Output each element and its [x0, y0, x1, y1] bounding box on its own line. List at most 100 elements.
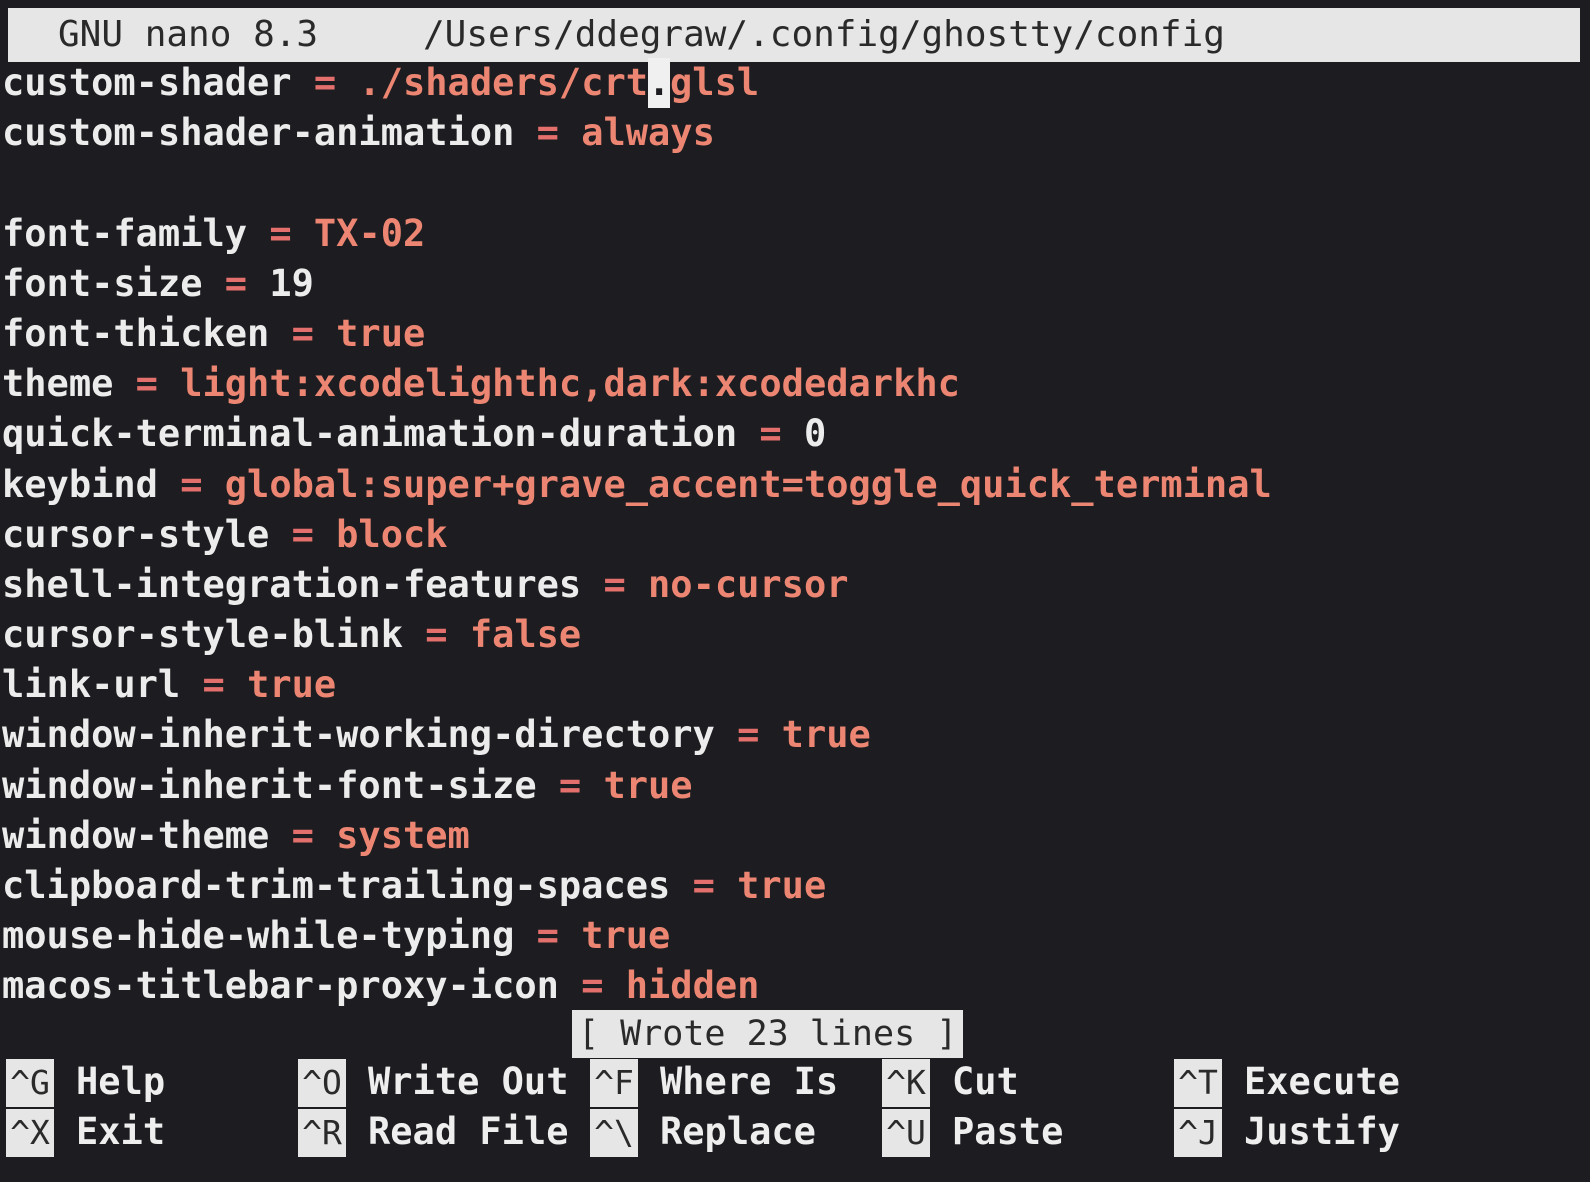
config-key: theme: [2, 362, 114, 406]
config-line[interactable]: window-inherit-font-size = true: [2, 761, 1582, 811]
config-key: quick-terminal-animation-duration: [2, 412, 738, 456]
config-value: global:super+grave_accent=toggle_quick_t…: [224, 462, 1272, 506]
config-line[interactable]: quick-terminal-animation-duration = 0: [2, 409, 1582, 459]
equals-sign: =: [180, 462, 203, 506]
shortcut-justify[interactable]: ^J Justify: [1174, 1108, 1400, 1157]
terminal-screen: GNU nano 8.3 /Users/ddegraw/.config/ghos…: [0, 0, 1590, 1182]
config-value: block: [336, 512, 448, 556]
config-value: false: [469, 613, 582, 657]
shortcut-label: Write Out: [368, 1060, 569, 1103]
value-before-cursor: ./shaders/crt: [358, 61, 649, 104]
config-value: true: [247, 663, 337, 707]
shortcut-label: Replace: [660, 1110, 816, 1153]
config-value: TX-02: [313, 211, 426, 255]
equals-sign: =: [536, 914, 559, 958]
config-line[interactable]: link-url = true: [2, 660, 1582, 710]
config-key: keybind: [2, 462, 158, 506]
shortcut-label: Execute: [1244, 1060, 1400, 1103]
shortcut-key: ^U: [882, 1109, 930, 1157]
config-line[interactable]: keybind = global:super+grave_accent=togg…: [2, 460, 1582, 510]
equals-sign: =: [135, 362, 158, 406]
shortcut-bar: ^G Help ^X Exit ^O Write Out ^R Read File ^F…: [0, 1058, 1590, 1178]
shortcut-key: ^K: [882, 1059, 930, 1107]
config-key: window-inherit-working-directory: [2, 713, 715, 757]
config-value: no-cursor: [648, 562, 849, 606]
config-key: cursor-style: [2, 512, 270, 556]
config-line[interactable]: clipboard-trim-trailing-spaces = true: [2, 861, 1582, 911]
equals-sign: =: [536, 111, 559, 155]
shortcut-label: Paste: [952, 1110, 1064, 1153]
shortcut-key: ^R: [298, 1109, 346, 1157]
shortcut-label: Read File: [368, 1110, 569, 1153]
config-line[interactable]: cursor-style-blink = false: [2, 610, 1582, 660]
equals-sign: =: [581, 964, 604, 1008]
shortcut-label: Justify: [1244, 1110, 1400, 1153]
shortcut-execute[interactable]: ^T Execute: [1174, 1058, 1400, 1107]
file-path: /Users/ddegraw/.config/ghostty/config: [423, 14, 1225, 55]
shortcut-write-out[interactable]: ^O Write Out: [298, 1058, 569, 1107]
config-line[interactable]: macos-titlebar-proxy-icon = hidden: [2, 961, 1582, 1011]
equals-sign: =: [692, 864, 715, 907]
blank-line[interactable]: [2, 158, 1582, 208]
shortcut-help[interactable]: ^G Help: [6, 1058, 166, 1107]
editor-buffer[interactable]: custom-shader = ./shaders/crt.glsl custo…: [2, 58, 1582, 1012]
shortcut-key: ^J: [1174, 1109, 1222, 1157]
shortcut-where-is[interactable]: ^F Where Is: [590, 1058, 839, 1107]
shortcut-cut[interactable]: ^K Cut: [882, 1058, 1019, 1107]
config-value: true: [603, 763, 693, 807]
config-value: true: [781, 713, 871, 757]
config-key: window-inherit-font-size: [2, 763, 537, 807]
equals-sign: =: [603, 562, 626, 606]
config-line[interactable]: font-thicken = true: [2, 309, 1582, 359]
config-key: shell-integration-features: [2, 562, 582, 606]
status-message: [ Wrote 23 lines ]: [572, 1010, 964, 1058]
equals-sign: =: [291, 512, 314, 556]
config-line[interactable]: custom-shader-animation = always: [2, 108, 1582, 158]
shortcut-key: ^F: [590, 1059, 638, 1107]
config-value: always: [581, 111, 715, 155]
config-line[interactable]: font-family = TX-02: [2, 209, 1582, 259]
equals-sign: =: [202, 663, 225, 707]
shortcut-exit[interactable]: ^X Exit: [6, 1108, 166, 1157]
shortcut-read-file[interactable]: ^R Read File: [298, 1108, 569, 1157]
config-value: hidden: [625, 964, 760, 1008]
config-value: ./shaders/crt.glsl: [358, 58, 760, 108]
shortcut-label: Exit: [76, 1110, 166, 1153]
shortcut-label: Help: [76, 1060, 166, 1103]
equals-sign: =: [313, 61, 337, 104]
shortcut-replace[interactable]: ^\ Replace: [590, 1108, 816, 1157]
equals-sign: =: [558, 763, 582, 807]
shortcut-label: Cut: [952, 1060, 1019, 1103]
config-key: font-size: [2, 261, 203, 305]
config-value: 19: [269, 261, 314, 305]
config-line[interactable]: custom-shader = ./shaders/crt.glsl: [2, 58, 1582, 108]
equals-sign: =: [269, 211, 292, 255]
config-line[interactable]: font-size = 19: [2, 259, 1582, 309]
shortcut-paste[interactable]: ^U Paste: [882, 1108, 1064, 1157]
config-line[interactable]: window-inherit-working-directory = true: [2, 710, 1582, 760]
nano-title-bar: GNU nano 8.3 /Users/ddegraw/.config/ghos…: [8, 8, 1580, 62]
equals-sign: =: [737, 713, 760, 757]
shortcut-key: ^G: [6, 1059, 54, 1107]
shortcut-key: ^O: [298, 1059, 346, 1107]
text-cursor: .: [648, 58, 670, 108]
config-key: cursor-style-blink: [2, 613, 403, 657]
equals-sign: =: [759, 412, 782, 456]
config-key: window-theme: [2, 813, 270, 857]
config-value: 0: [803, 412, 827, 456]
config-key: mouse-hide-while-typing: [2, 914, 515, 958]
config-line[interactable]: mouse-hide-while-typing = true: [2, 911, 1582, 961]
config-line[interactable]: shell-integration-features = no-cursor: [2, 560, 1582, 610]
config-key: link-url: [2, 663, 181, 707]
shortcut-label: Where Is: [660, 1060, 839, 1103]
config-key: font-family: [2, 211, 248, 255]
shortcut-key: ^\: [590, 1109, 638, 1157]
config-line[interactable]: window-theme = system: [2, 811, 1582, 861]
config-line[interactable]: cursor-style = block: [2, 510, 1582, 560]
config-line[interactable]: theme = light:xcodelighthc,dark:xcodedar…: [2, 359, 1582, 409]
app-version: GNU nano 8.3: [58, 14, 319, 55]
equals-sign: =: [291, 813, 314, 857]
value-after-cursor: glsl: [670, 61, 760, 104]
shortcut-key: ^T: [1174, 1059, 1222, 1107]
config-key: custom-shader: [2, 61, 292, 104]
